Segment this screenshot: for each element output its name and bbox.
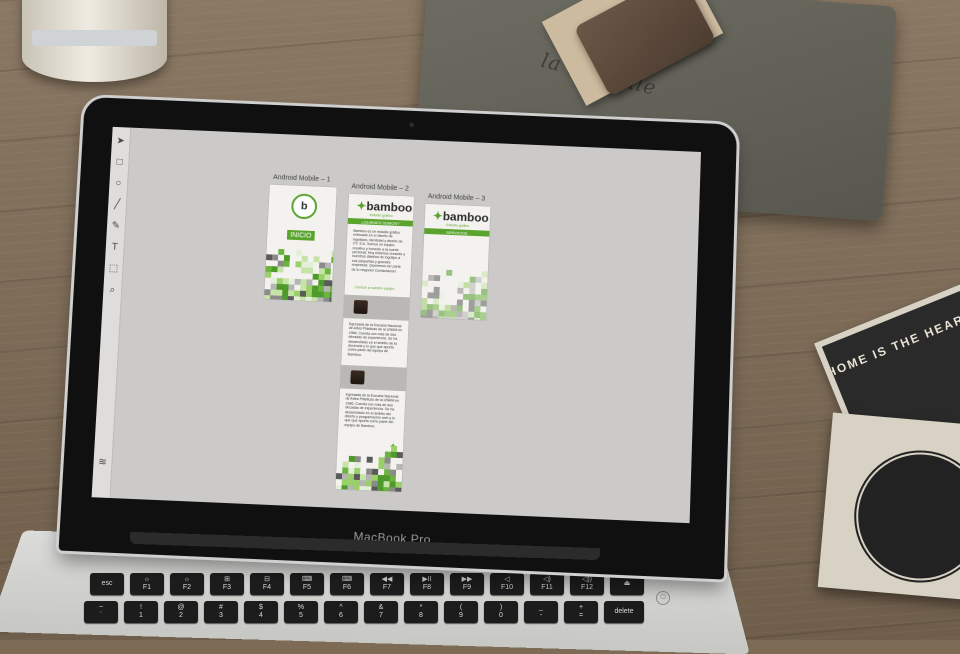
key-f6[interactable]: ⌨ F6 xyxy=(330,573,364,595)
key-f8[interactable]: ▶II F8 xyxy=(410,573,444,595)
layers-icon[interactable]: ≋ xyxy=(93,454,112,473)
key-esc[interactable]: esc xyxy=(90,573,124,595)
power-icon[interactable]: ⏻ xyxy=(656,591,670,605)
artboard-icon[interactable]: ⬚ xyxy=(104,260,123,278)
key-f7[interactable]: ◀◀ F7 xyxy=(370,573,404,595)
artboard-label-2[interactable]: Android Mobile – 2 xyxy=(351,183,409,192)
key-delete[interactable]: delete xyxy=(604,601,644,623)
camera-icon xyxy=(409,122,414,127)
key-f11[interactable]: ◁) F11 xyxy=(530,573,564,595)
laptop-lid: ➤ □ ○ ╱ ✎ T ⬚ ⌕ ≋ Android Mobile – 1 b INICIO An… xyxy=(59,97,738,580)
bamboo-logo-icon: b xyxy=(291,193,318,219)
artboard-label-1[interactable]: Android Mobile – 1 xyxy=(273,174,331,183)
inicio-button[interactable]: INICIO xyxy=(287,230,315,241)
pixel-pattern xyxy=(421,269,488,320)
key-f9[interactable]: ▶▶ F9 xyxy=(450,573,484,595)
key-4[interactable]: $4 xyxy=(244,601,278,623)
bamboo-logo: ✦bamboo xyxy=(356,199,412,215)
ellipse-icon[interactable]: ○ xyxy=(109,175,128,193)
coaster-emblem xyxy=(847,443,960,590)
key-2[interactable]: @2 xyxy=(164,601,198,623)
artboard-label-3[interactable]: Android Mobile – 3 xyxy=(428,193,486,202)
key-[interactable]: + = xyxy=(564,601,598,623)
team-link[interactable]: Conoce a nuestro equipo xyxy=(355,285,395,291)
servicios-header: SERVICIOS xyxy=(424,228,489,237)
candle-jar xyxy=(22,0,167,82)
logo-subtitle: Estudio gráfico xyxy=(446,223,469,228)
rectangle-icon[interactable]: □ xyxy=(110,154,129,172)
key-3[interactable]: #3 xyxy=(204,601,238,623)
artboard-android-mobile-1[interactable]: b INICIO xyxy=(264,185,337,302)
key-f10[interactable]: ◁ F10 xyxy=(490,573,524,595)
pixel-pattern xyxy=(264,248,334,301)
text-icon[interactable]: T xyxy=(105,239,124,257)
key-f12[interactable]: ◁)) F12 xyxy=(570,573,604,595)
team-member-avatar-2 xyxy=(350,370,364,384)
key-f5[interactable]: ⌨ F5 xyxy=(290,573,324,595)
pen-icon[interactable]: ✎ xyxy=(107,217,126,235)
key-6[interactable]: ^ 6 xyxy=(324,601,358,623)
key-[interactable]: ~ ` xyxy=(84,601,118,623)
coaster-bottom xyxy=(818,412,960,602)
key-f1[interactable]: ☼ F1 xyxy=(130,573,164,595)
pixel-pattern xyxy=(335,443,403,491)
team-member-avatar-1 xyxy=(353,300,367,314)
key-1[interactable]: ! 1 xyxy=(124,601,158,623)
key-f3[interactable]: ⊞ F3 xyxy=(210,573,244,595)
logo-subtitle: Estudio gráfico xyxy=(370,213,393,218)
key-9[interactable]: (9 xyxy=(444,601,478,623)
select-arrow-icon[interactable]: ➤ xyxy=(111,133,130,151)
design-app-canvas[interactable]: ➤ □ ○ ╱ ✎ T ⬚ ⌕ ≋ Android Mobile – 1 b INICIO An… xyxy=(92,127,701,523)
jar-label xyxy=(32,30,157,46)
tool-sidebar: ➤ □ ○ ╱ ✎ T ⬚ ⌕ ≋ xyxy=(92,127,132,498)
line-icon[interactable]: ╱ xyxy=(108,196,127,214)
zoom-icon[interactable]: ⌕ xyxy=(103,281,122,299)
key-f2[interactable]: ☼ F2 xyxy=(170,573,204,595)
artboard-android-mobile-2[interactable]: ✦bamboo Estudio gráfico ¿QUIENES SOMOS? … xyxy=(335,194,414,492)
member-2-bio: Egresada de la Escuela Nacional de Artes… xyxy=(344,393,400,439)
member-1-bio: Egresada de la Escuela Nacional de Artes… xyxy=(347,322,402,363)
key-[interactable]: _ - xyxy=(524,601,558,623)
artboard-android-mobile-3[interactable]: ✦bamboo Estudio gráfico SERVICIOS xyxy=(421,204,491,320)
key-8[interactable]: * 8 xyxy=(404,601,438,623)
bamboo-logo: ✦bamboo xyxy=(433,209,489,225)
key-7[interactable]: & 7 xyxy=(364,601,398,623)
key-5[interactable]: % 5 xyxy=(284,601,318,623)
quienes-somos-header: ¿QUIENES SOMOS? xyxy=(348,218,413,227)
key-f4[interactable]: ⊟ F4 xyxy=(250,573,284,595)
key-0[interactable]: ) 0 xyxy=(484,601,518,623)
intro-paragraph: Bamboo es un estudio gráfico enfocado en… xyxy=(351,229,406,282)
key-[interactable]: ⏏ xyxy=(610,573,644,595)
